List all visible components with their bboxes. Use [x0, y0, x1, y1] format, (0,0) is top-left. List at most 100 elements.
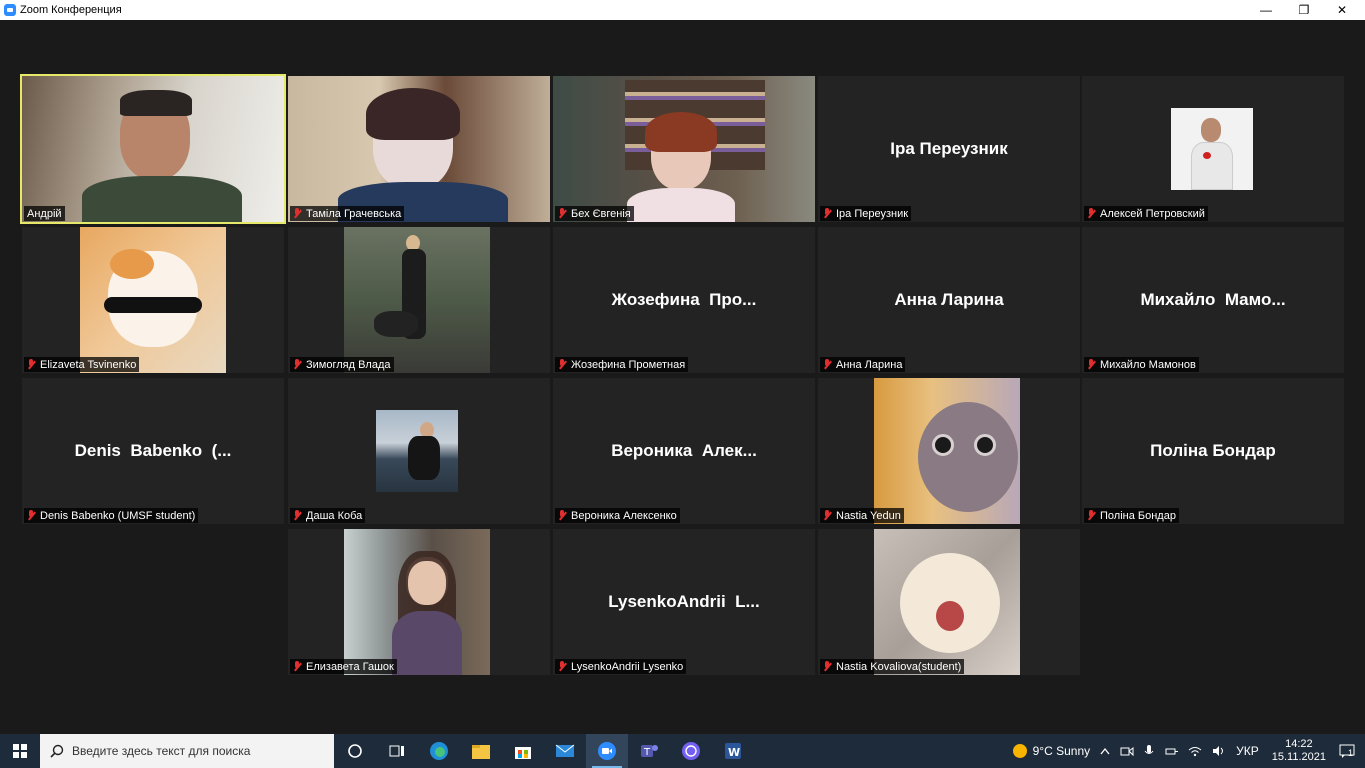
participant-display-name: Поліна Бондар — [1150, 441, 1276, 460]
taskbar-mail[interactable] — [544, 734, 586, 768]
close-button[interactable]: ✕ — [1322, 0, 1362, 20]
tray-wifi[interactable] — [1188, 745, 1202, 757]
wifi-icon — [1188, 747, 1202, 757]
participant-display-name: Вероника Алек... — [611, 441, 757, 460]
participant-video — [553, 76, 815, 222]
participant-avatar — [1171, 108, 1253, 190]
muted-mic-icon — [293, 661, 302, 672]
zoom-app-icon — [4, 4, 16, 16]
video-tile[interactable]: Бех Євгенія — [553, 76, 815, 222]
participant-avatar — [874, 529, 1020, 675]
video-tile[interactable]: Denis Babenko (... Denis Babenko (UMSF s… — [22, 378, 284, 524]
taskbar-store[interactable] — [502, 734, 544, 768]
start-button[interactable] — [0, 734, 40, 768]
video-tile[interactable]: Іра Переузник Іра Переузник — [818, 76, 1080, 222]
video-tile[interactable]: LysenkoAndrii L... LysenkoAndrii Lysenko — [553, 529, 815, 675]
cortana-button[interactable] — [334, 734, 376, 768]
sun-icon — [1012, 744, 1027, 758]
search-icon — [50, 744, 64, 758]
taskbar-zoom[interactable] — [586, 734, 628, 768]
show-hidden-icons-button[interactable] — [1100, 747, 1110, 755]
video-tile[interactable]: Андрій — [20, 74, 286, 224]
search-placeholder: Введите здесь текст для поиска — [72, 744, 251, 758]
video-tile[interactable]: Зимогляд Влада — [288, 227, 550, 373]
taskbar-file-explorer[interactable] — [460, 734, 502, 768]
task-view-button[interactable] — [376, 734, 418, 768]
tray-volume[interactable] — [1212, 745, 1226, 757]
notification-count: 1 — [1348, 748, 1354, 758]
svg-text:T: T — [643, 747, 651, 758]
video-tile[interactable]: Елизавета Гашок — [288, 529, 550, 675]
video-tile[interactable]: Nastia Yedun — [818, 378, 1080, 524]
participant-name-tag: Жозефина Прометная — [555, 357, 689, 372]
minimize-button[interactable]: — — [1246, 0, 1286, 20]
muted-mic-icon — [1087, 359, 1096, 370]
video-tile[interactable]: Вероника Алек... Вероника Алексенко — [553, 378, 815, 524]
mail-envelope-icon — [555, 744, 575, 757]
taskbar-word[interactable]: W — [712, 734, 754, 768]
microphone-icon — [1144, 745, 1154, 754]
video-tile[interactable]: Поліна Бондар Поліна Бондар — [1082, 378, 1344, 524]
muted-mic-icon — [558, 510, 567, 521]
maximize-button[interactable]: ❐ — [1284, 0, 1324, 20]
system-tray: 9°C Sunny УКР 14:22 15.11.2021 1 — [1008, 734, 1365, 768]
taskbar-clock[interactable]: 14:22 15.11.2021 — [1272, 738, 1326, 764]
participant-name-tag: Андрій — [24, 206, 65, 221]
windows-taskbar: Введите здесь текст для поиска T W 9°C S… — [0, 734, 1365, 768]
tray-power[interactable] — [1164, 745, 1179, 757]
camera-icon — [1120, 747, 1134, 757]
participant-avatar — [80, 227, 226, 373]
video-tile[interactable]: Анна Ларина Анна Ларина — [818, 227, 1080, 373]
weather-text: 9°C Sunny — [1032, 744, 1091, 758]
muted-mic-icon — [823, 661, 832, 672]
weather-widget[interactable]: 9°C Sunny — [1012, 744, 1091, 758]
participant-name-tag: Анна Ларина — [820, 357, 906, 372]
participant-name-tag: Іра Переузник — [820, 206, 912, 221]
participant-name-tag: Алексей Петровский — [1084, 206, 1208, 221]
store-bag-icon — [515, 747, 531, 759]
input-language-indicator[interactable]: УКР — [1236, 744, 1259, 758]
tray-microphone[interactable] — [1144, 744, 1154, 758]
participant-name-tag: Михайло Мамонов — [1084, 357, 1199, 372]
chevron-up-icon — [1100, 747, 1110, 755]
participant-name-tag: Nastia Yedun — [820, 508, 904, 523]
clock-time: 14:22 — [1285, 738, 1313, 750]
participant-display-name: Іра Переузник — [890, 139, 1008, 158]
participant-display-name: LysenkoAndrii L... — [608, 592, 760, 611]
muted-mic-icon — [1087, 208, 1096, 219]
participant-display-name: Жозефина Про... — [611, 290, 757, 309]
taskbar-edge[interactable] — [418, 734, 460, 768]
taskbar-viber[interactable] — [670, 734, 712, 768]
muted-mic-icon — [823, 359, 832, 370]
viber-phone-icon — [682, 742, 700, 760]
clock-date: 15.11.2021 — [1271, 751, 1326, 763]
participant-display-name: Анна Ларина — [894, 290, 1004, 309]
notification-center-button[interactable]: 1 — [1339, 744, 1355, 758]
cortana-circle-icon — [348, 744, 362, 758]
speaker-volume-icon — [1213, 746, 1224, 756]
taskbar-search-box[interactable]: Введите здесь текст для поиска — [40, 734, 334, 768]
video-tile[interactable]: Жозефина Про... Жозефина Прометная — [553, 227, 815, 373]
video-tile[interactable]: Даша Коба — [288, 378, 550, 524]
participant-avatar — [874, 378, 1020, 524]
participant-name-tag: Поліна Бондар — [1084, 508, 1179, 523]
task-view-icon — [389, 745, 404, 757]
svg-text:W: W — [728, 746, 740, 759]
video-tile[interactable]: Nastia Kovaliova(student) — [818, 529, 1080, 675]
video-tile[interactable]: Алексей Петровский — [1082, 76, 1344, 222]
muted-mic-icon — [293, 359, 302, 370]
video-tile[interactable]: Михайло Мамо... Михайло Мамонов — [1082, 227, 1344, 373]
video-tile[interactable]: Таміла Грачевська — [288, 76, 550, 222]
muted-mic-icon — [27, 359, 36, 370]
participant-name-tag: Таміла Грачевська — [290, 206, 405, 221]
participant-display-name: Denis Babenko (... — [74, 441, 232, 460]
participant-name-tag: Даша Коба — [290, 508, 366, 523]
video-tile[interactable]: Elizaveta Tsvinenko — [22, 227, 284, 373]
taskbar-teams[interactable]: T — [628, 734, 670, 768]
tray-camera[interactable] — [1120, 745, 1134, 757]
participant-video — [22, 76, 284, 222]
window-titlebar: Zoom Конференция — ❐ ✕ — [0, 0, 1365, 20]
muted-mic-icon — [293, 208, 302, 219]
muted-mic-icon — [558, 208, 567, 219]
participant-name-tag: Бех Євгенія — [555, 206, 634, 221]
